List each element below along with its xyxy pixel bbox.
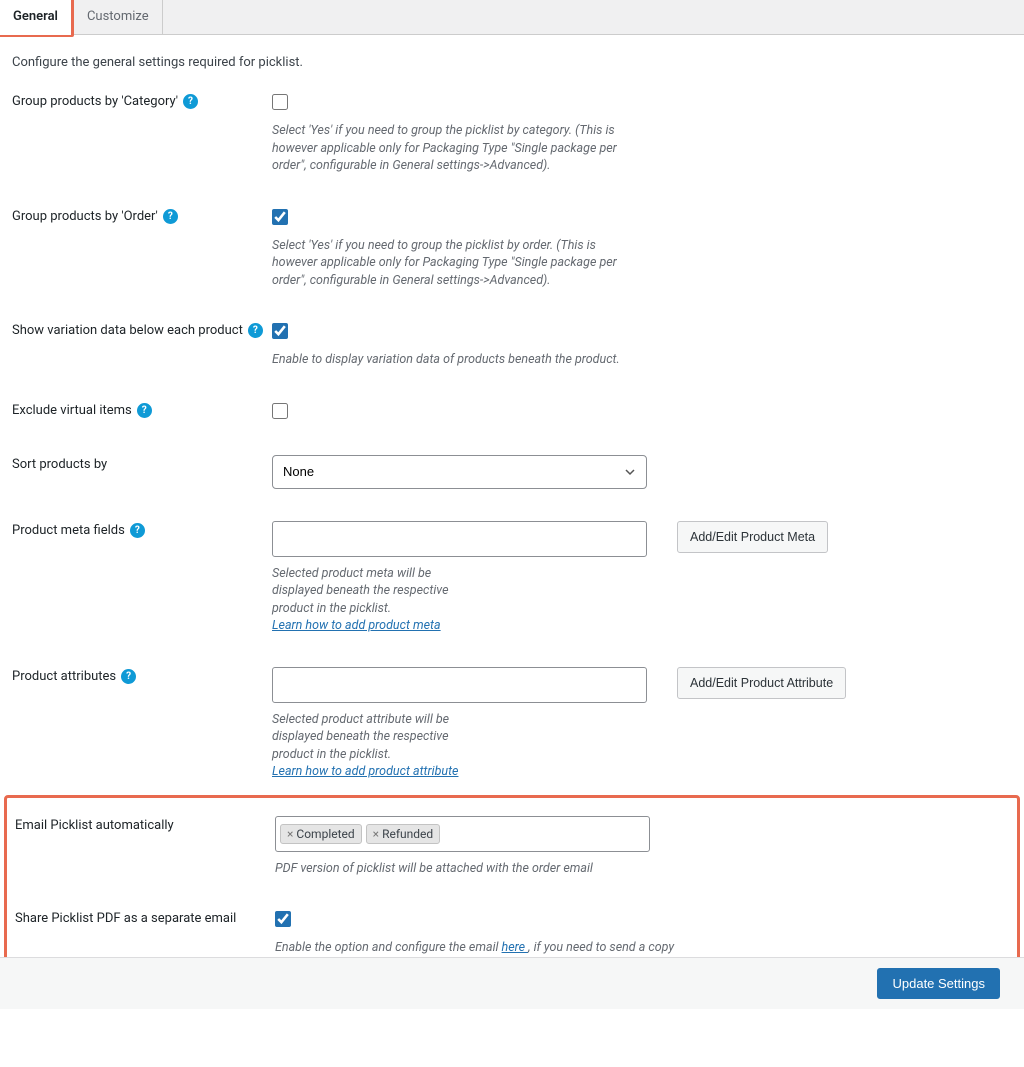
link-meta-learn[interactable]: Learn how to add product meta [272, 618, 441, 633]
row-exclude-virtual: Exclude virtual items ? [12, 401, 732, 423]
row-attributes: Product attributes ? Selected product at… [12, 667, 732, 781]
label-meta: Product meta fields ? [12, 521, 272, 538]
input-email-statuses[interactable]: Completed Refunded [275, 816, 650, 852]
help-icon[interactable]: ? [121, 669, 136, 684]
label-attributes: Product attributes ? [12, 667, 272, 684]
tab-customize[interactable]: Customize [74, 0, 163, 34]
label-email-auto: Email Picklist automatically [15, 816, 275, 833]
input-attributes[interactable] [272, 667, 647, 703]
tag-refunded[interactable]: Refunded [366, 824, 440, 844]
row-sort: Sort products by None [12, 455, 732, 489]
checkbox-exclude-virtual[interactable] [272, 403, 288, 419]
help-icon[interactable]: ? [137, 403, 152, 418]
link-configure-email[interactable]: here [502, 940, 529, 955]
desc-group-category: Select 'Yes' if you need to group the pi… [272, 122, 642, 175]
add-edit-attribute-button[interactable]: Add/Edit Product Attribute [677, 667, 846, 699]
desc-meta: Selected product meta will be displayed … [272, 565, 482, 635]
intro-text: Configure the general settings required … [12, 55, 1012, 70]
desc-group-order: Select 'Yes' if you need to group the pi… [272, 237, 642, 290]
help-icon[interactable]: ? [163, 209, 178, 224]
label-share-pdf: Share Picklist PDF as a separate email [15, 909, 275, 926]
update-settings-button[interactable]: Update Settings [877, 968, 1000, 999]
tab-bar: General Customize [0, 0, 1024, 35]
row-email-auto: Email Picklist automatically Completed R… [15, 816, 735, 878]
row-group-order: Group products by 'Order' ? Select 'Yes'… [12, 207, 732, 290]
tab-general[interactable]: General [0, 0, 71, 35]
checkbox-share-pdf[interactable] [275, 911, 291, 927]
row-variation: Show variation data below each product ?… [12, 321, 732, 369]
help-icon[interactable]: ? [183, 94, 198, 109]
label-variation: Show variation data below each product ? [12, 321, 272, 338]
link-attributes-learn[interactable]: Learn how to add product attribute [272, 764, 458, 779]
tag-completed[interactable]: Completed [280, 824, 362, 844]
label-group-category: Group products by 'Category' ? [12, 92, 272, 109]
checkbox-group-category[interactable] [272, 94, 288, 110]
tab-general-highlight: General [0, 0, 74, 37]
label-sort: Sort products by [12, 455, 272, 472]
checkbox-group-order[interactable] [272, 209, 288, 225]
settings-content: Configure the general settings required … [0, 35, 1024, 1067]
help-icon[interactable]: ? [130, 523, 145, 538]
label-exclude-virtual: Exclude virtual items ? [12, 401, 272, 418]
row-meta: Product meta fields ? Selected product m… [12, 521, 732, 635]
label-group-order: Group products by 'Order' ? [12, 207, 272, 224]
help-icon[interactable]: ? [248, 323, 263, 338]
select-sort[interactable]: None [272, 455, 647, 489]
row-group-category: Group products by 'Category' ? Select 'Y… [12, 92, 732, 175]
desc-attributes: Selected product attribute will be displ… [272, 711, 482, 781]
desc-variation: Enable to display variation data of prod… [272, 351, 642, 369]
input-meta-fields[interactable] [272, 521, 647, 557]
desc-email-auto: PDF version of picklist will be attached… [275, 860, 695, 878]
footer-bar: Update Settings [0, 957, 1024, 1009]
checkbox-variation[interactable] [272, 323, 288, 339]
add-edit-meta-button[interactable]: Add/Edit Product Meta [677, 521, 828, 553]
